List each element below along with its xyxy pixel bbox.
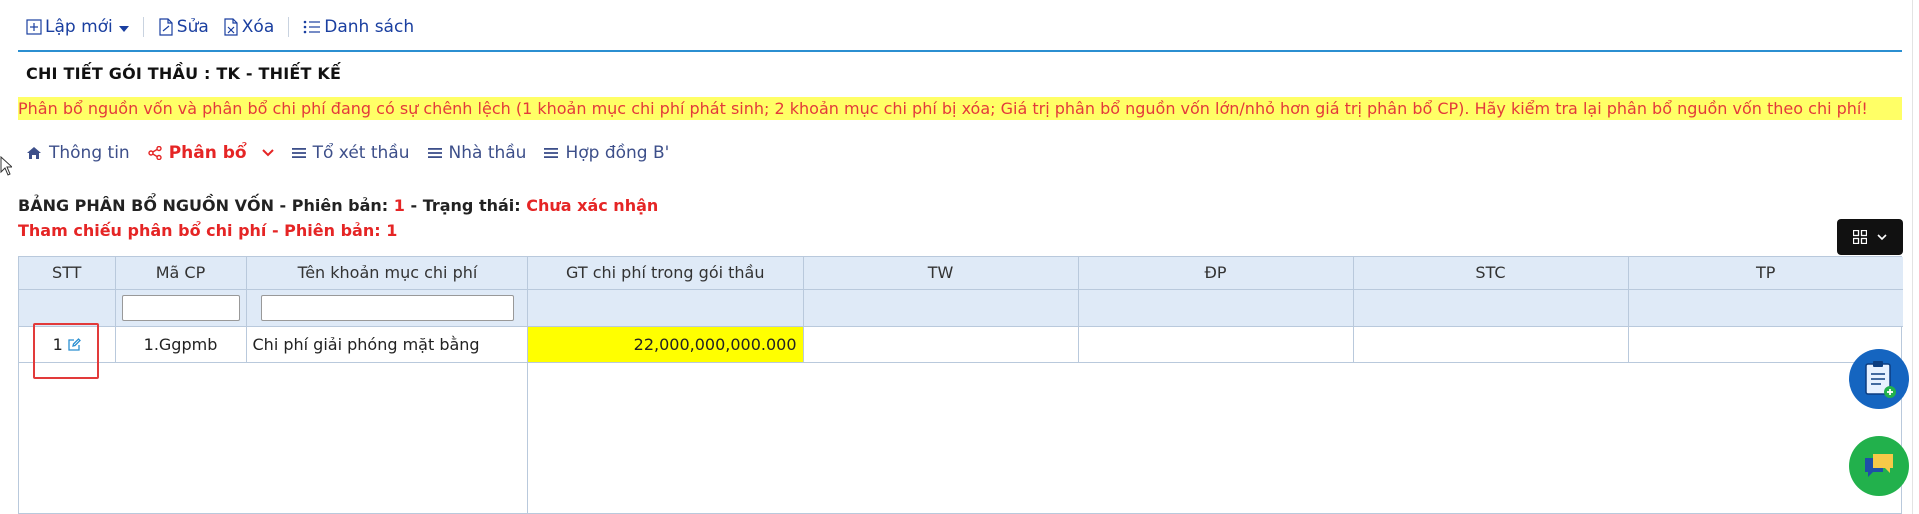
section-reference: Tham chiếu phân bổ chi phí - Phiên bản: … [18,221,398,240]
tab-evaluation-team[interactable]: Tổ xét thầu [291,143,410,163]
tab-contractor-label: Nhà thầu [448,143,527,163]
table-scroll-columns: GT chi phí trong gói thầu TW ĐP STC TP 2… [527,256,1903,514]
section-title-prefix: BẢNG PHÂN BỔ NGUỒN VỐN - Phiên bản: [18,196,394,215]
add-document-fab[interactable] [1849,349,1909,409]
column-header-ma-cp[interactable]: Mã CP [115,257,247,290]
edit-button[interactable]: Sửa [158,17,209,37]
chat-fab[interactable] [1849,436,1909,496]
tab-bar: Thông tin Phân bổ Tổ xét thầu Nhà thầu H… [26,140,669,166]
header-divider [18,50,1902,52]
cell-dp[interactable] [1078,326,1354,363]
tab-info-label: Thông tin [49,143,130,163]
delete-button-label: Xóa [241,17,275,37]
edit-file-icon [159,18,173,36]
column-header-dp[interactable]: ĐP [1078,257,1354,290]
list-button-label: Danh sách [324,17,415,37]
grid-icon [1853,230,1867,244]
tab-info[interactable]: Thông tin [26,143,130,163]
cell-ten: Chi phí giải phóng mặt bằng [246,326,530,363]
tab-contractor[interactable]: Nhà thầu [427,143,527,163]
filter-cell-ma-cp [115,289,247,327]
cell-tw[interactable] [803,326,1079,363]
edit-button-label: Sửa [176,17,209,37]
mouse-cursor-icon [0,156,12,176]
delete-file-icon [224,18,238,36]
filter-cell-stt [19,289,116,327]
cell-stc[interactable] [1353,326,1629,363]
share-icon [148,146,162,160]
tab-allocation[interactable]: Phân bổ [148,143,274,163]
chevron-down-icon [1877,233,1887,240]
column-header-stt[interactable]: STT [19,257,116,290]
home-icon [27,147,41,159]
new-button-label: Lập mới [45,17,113,37]
tab-allocation-label: Phân bổ [168,143,247,163]
chat-bubbles-icon [1865,454,1893,477]
menu-icon [427,148,442,158]
list-button[interactable]: Danh sách [303,17,414,37]
filter-cell-tp [1628,289,1903,327]
page-title: CHI TIẾT GÓI THẦU : TK - THIẾT KẾ [26,64,342,83]
column-header-stc[interactable]: STC [1353,257,1629,290]
warning-banner: Phân bổ nguồn vốn và phân bổ chi phí đan… [18,97,1902,120]
delete-button[interactable]: Xóa [223,17,274,37]
highlight-annotation [33,323,99,379]
toolbar: Lập mới Sửa Xóa Danh sách [26,14,414,40]
menu-icon [544,148,559,158]
column-header-ten[interactable]: Tên khoản mục chi phí [246,257,530,290]
new-button[interactable]: Lập mới [26,17,129,37]
plus-square-icon [26,19,42,35]
scrollbar-track [1912,0,1913,514]
filter-cell-ten [246,289,530,327]
clipboard-add-icon [1865,361,1896,398]
section-status-prefix: - Trạng thái: [404,196,527,215]
section-version: 1 [393,196,405,215]
tab-evaluation-team-label: Tổ xét thầu [312,143,410,163]
cell-ma-cp: 1.Ggpmb [115,326,247,363]
cell-gt: 22,000,000,000.000 [528,326,804,363]
toolbar-divider [142,17,144,37]
toolbar-divider [288,17,290,37]
filter-ten-input[interactable] [261,294,514,321]
tab-contract-b[interactable]: Hợp đồng B' [544,143,669,163]
filter-cell-dp [1078,289,1354,327]
filter-cell-stc [1353,289,1629,327]
column-header-tp[interactable]: TP [1628,257,1903,290]
menu-icon [291,148,306,158]
section-title: BẢNG PHÂN BỔ NGUỒN VỐN - Phiên bản: 1 - … [18,196,658,215]
table-frozen-columns: STT Mã CP Tên khoản mục chi phí 1 1.Ggpm… [18,256,530,514]
table-row[interactable]: 22,000,000,000.000 [528,326,1903,363]
column-toggle-button[interactable] [1837,219,1903,255]
filter-cell-tw [803,289,1079,327]
filter-ma-cp-input[interactable] [121,294,240,321]
tab-contract-b-label: Hợp đồng B' [565,143,670,163]
chevron-down-icon [118,26,129,32]
column-header-gt[interactable]: GT chi phí trong gói thầu [528,257,804,290]
section-status: Chưa xác nhận [526,196,659,215]
column-header-tw[interactable]: TW [803,257,1079,290]
chevron-down-icon[interactable] [261,149,274,157]
list-icon [303,20,321,34]
filter-cell-gt [528,289,804,327]
